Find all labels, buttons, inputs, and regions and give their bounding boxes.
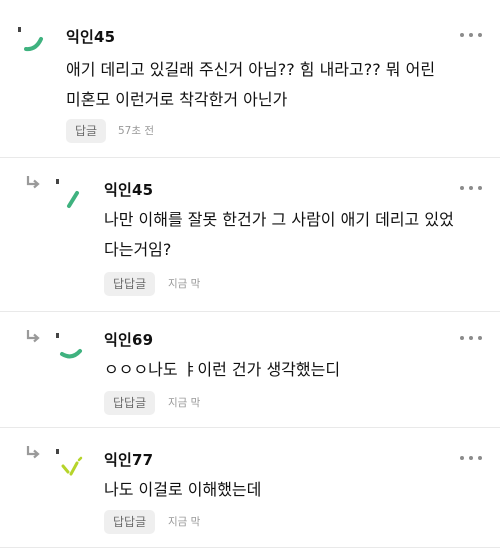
reply-button[interactable]: 답글	[66, 119, 107, 143]
green-swoosh-avatar-icon	[56, 333, 82, 359]
more-options-icon[interactable]	[460, 335, 482, 341]
reply-button[interactable]: 답답글	[104, 272, 156, 296]
green-slash-avatar-icon	[56, 179, 79, 208]
reply-item: 익인69 ㅇㅇㅇ나도 ㅑ이런 건가 생각했는디 답답글 지금 막	[0, 312, 500, 422]
comment-author[interactable]: 익인45	[104, 179, 153, 200]
comment-text-line: ㅇㅇㅇ나도 ㅑ이런 건가 생각했는디	[104, 360, 341, 379]
comment-text-line: 애기 데리고 있길래 주신거 아님?? 힘 내라고?? 뭐 어린	[66, 60, 436, 79]
comment-author[interactable]: 익인69	[104, 329, 153, 350]
comment-text: 나만 이해를 잘못 한건가 그 사람이 애기 데리고 있었 다는거임?	[104, 205, 484, 265]
comment-text: ㅇㅇㅇ나도 ㅑ이런 건가 생각했는디	[104, 355, 484, 385]
more-options-icon[interactable]	[460, 32, 482, 38]
comment-time: 지금 막	[168, 278, 201, 290]
comment-text-line: 나도 이걸로 이해했는데	[104, 480, 262, 499]
reply-item: 익인45 나만 이해를 잘못 한건가 그 사람이 애기 데리고 있었 다는거임?…	[0, 158, 500, 308]
reply-item: 익인77 나도 이걸로 이해했는데 답답글 지금 막	[0, 428, 500, 560]
reply-arrow-icon	[26, 446, 40, 459]
comment-text-line: 나만 이해를 잘못 한건가 그 사람이 애기 데리고 있었	[104, 210, 454, 229]
reply-arrow-icon	[26, 330, 40, 343]
comment-time: 57초 전	[118, 125, 155, 137]
comment-author[interactable]: 익인45	[66, 26, 115, 47]
reply-button[interactable]: 답답글	[104, 391, 156, 415]
comment-time: 지금 막	[168, 397, 201, 409]
comment-text: 애기 데리고 있길래 주신거 아님?? 힘 내라고?? 뭐 어린 미혼모 이런거…	[66, 55, 484, 115]
yellow-green-sparkle-avatar-icon	[56, 449, 83, 476]
reply-button[interactable]: 답답글	[104, 510, 156, 534]
comment-text-line: 미혼모 이런거로 착각한거 아닌가	[66, 90, 288, 109]
green-swoosh-avatar-icon	[18, 27, 43, 52]
reply-arrow-icon	[26, 176, 40, 189]
comment-author[interactable]: 익인77	[104, 449, 153, 470]
divider	[0, 547, 500, 548]
comment-text: 나도 이걸로 이해했는데	[104, 475, 484, 505]
comment-item: 익인45 애기 데리고 있길래 주신거 아님?? 힘 내라고?? 뭐 어린 미혼…	[0, 0, 500, 150]
more-options-icon[interactable]	[460, 185, 482, 191]
comment-text-line: 다는거임?	[104, 240, 172, 259]
comment-time: 지금 막	[168, 516, 201, 528]
more-options-icon[interactable]	[460, 455, 482, 461]
